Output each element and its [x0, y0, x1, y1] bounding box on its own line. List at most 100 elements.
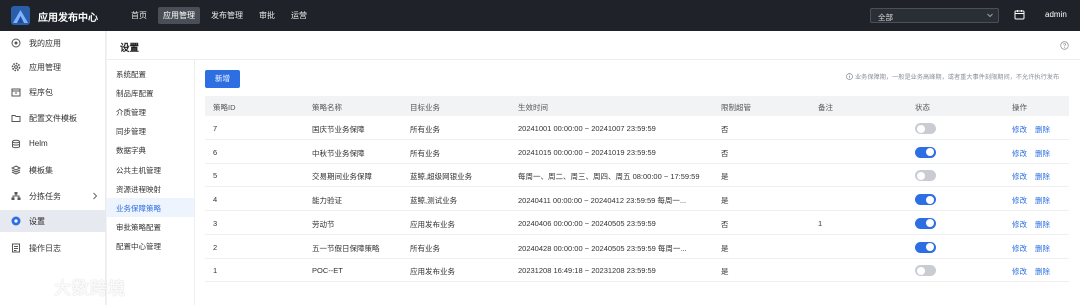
sidebar-item-label: 设置: [29, 217, 45, 226]
delete-link[interactable]: 删除: [1035, 195, 1050, 206]
edit-link[interactable]: 修改: [1012, 171, 1027, 182]
header-status: 状态: [915, 103, 930, 112]
sidebar-item-packages[interactable]: 程序包: [0, 81, 106, 103]
status-toggle[interactable]: [915, 123, 936, 134]
topnav-approval[interactable]: 审批: [254, 7, 280, 24]
delete-link[interactable]: 删除: [1035, 219, 1050, 230]
submenu-artifact-repo-config[interactable]: 制品库配置: [107, 83, 194, 102]
submenu-item-label: 同步管理: [116, 127, 146, 136]
edit-link[interactable]: 修改: [1012, 266, 1027, 277]
submenu-data-dictionary[interactable]: 数据字典: [107, 140, 194, 159]
delete-link[interactable]: 删除: [1035, 243, 1050, 254]
header-note: 备注: [818, 103, 833, 112]
table-row: 3 劳动节 应用发布业务 20240406 00:00:00 ~ 20240505 2…: [205, 211, 1069, 235]
submenu-item-label: 数据字典: [116, 146, 146, 155]
status-toggle[interactable]: [915, 194, 936, 206]
page-title: 设置: [120, 43, 140, 54]
cell-policy-name: 国庆节业务保障: [312, 125, 365, 134]
status-toggle[interactable]: [915, 170, 936, 182]
sidebar-item-label: 应用管理: [29, 63, 61, 72]
watermark: 大数跨境: [8, 270, 125, 300]
delete-link[interactable]: 删除: [1035, 148, 1050, 159]
header-target-business: 目标业务: [410, 103, 440, 112]
help-icon[interactable]: [1060, 41, 1069, 52]
sidebar-item-label: 操作日志: [29, 244, 61, 253]
cell-policy-id: 2: [213, 242, 218, 252]
sidebar: 我的应用 应用管理 程序包 配置文件模板 Helm 模板集 分拣任务 设置 操作…: [0, 31, 106, 305]
submenu-sync-management[interactable]: 同步管理: [107, 121, 194, 140]
status-toggle[interactable]: [915, 146, 936, 158]
status-toggle[interactable]: [915, 217, 936, 229]
divider: [107, 59, 1080, 60]
topnav-app-management[interactable]: 应用管理: [158, 7, 200, 24]
cell-policy-id: 4: [213, 195, 218, 205]
cell-limit-superadmin: 是: [721, 243, 729, 253]
edit-link[interactable]: 修改: [1012, 195, 1027, 206]
sidebar-item-app-management[interactable]: 应用管理: [0, 56, 106, 78]
delete-link[interactable]: 删除: [1035, 124, 1050, 135]
scope-select[interactable]: 全部: [870, 8, 999, 23]
top-nav: 首页 应用管理 发布管理 审批 运营: [126, 7, 318, 24]
edit-link[interactable]: 修改: [1012, 219, 1027, 230]
cell-target-business: 应用发布业务: [410, 219, 455, 229]
hint-text: 业务保障期，一般是业务高峰期，或者重大事件刻限期间，不允许执行发布: [855, 74, 1060, 81]
sidebar-item-operation-log[interactable]: 操作日志: [0, 237, 106, 259]
topnav-release-management[interactable]: 发布管理: [206, 7, 248, 24]
folder-icon: [11, 113, 21, 123]
submenu-media-management[interactable]: 介质管理: [107, 102, 194, 121]
sidebar-item-label: 模板集: [29, 166, 53, 175]
user-name[interactable]: admin: [1045, 10, 1067, 19]
log-icon: [11, 243, 21, 253]
header-limit-superadmin: 限制超管: [721, 103, 751, 112]
status-toggle[interactable]: [915, 241, 936, 253]
sidebar-item-template-sets[interactable]: 模板集: [0, 159, 106, 181]
app-title: 应用发布中心: [38, 13, 98, 24]
cell-target-business: 所有业务: [410, 125, 440, 134]
toggle-knob: [926, 195, 934, 204]
submenu-resource-process-mapping[interactable]: 资源进程映射: [107, 179, 194, 198]
sidebar-item-my-apps[interactable]: 我的应用: [0, 32, 106, 54]
header-policy-id: 策略ID: [213, 103, 236, 112]
sidebar-item-sorting-tasks[interactable]: 分拣任务: [0, 185, 106, 207]
policy-hint: 业务保障期，一般是业务高峰期，或者重大事件刻限期间，不允许执行发布: [846, 72, 1075, 82]
edit-link[interactable]: 修改: [1012, 124, 1027, 135]
app-logo-icon[interactable]: [11, 6, 30, 25]
new-policy-button[interactable]: 新增: [205, 70, 240, 88]
header-policy-name: 策略名称: [312, 103, 342, 112]
submenu-business-guarantee-policy[interactable]: 业务保障策略: [107, 198, 194, 217]
submenu-system-config[interactable]: 系统配置: [107, 64, 194, 83]
submenu-public-host-management[interactable]: 公共主机管理: [107, 160, 194, 179]
submenu-config-center-management[interactable]: 配置中心管理: [107, 236, 194, 255]
submenu-item-label: 业务保障策略: [116, 204, 161, 213]
table-row: 2 五一节假日保障策略 所有业务 20240428 00:00:00 ~ 202405…: [205, 235, 1069, 259]
delete-link[interactable]: 删除: [1035, 266, 1050, 277]
topnav-operations[interactable]: 运营: [286, 7, 312, 24]
topnav-home[interactable]: 首页: [126, 7, 152, 24]
table-row: 7 国庆节业务保障 所有业务 20241001 00:00:00 ~ 20241007…: [205, 116, 1069, 140]
sidebar-item-helm[interactable]: Helm: [0, 133, 106, 155]
layers-icon: [10, 165, 22, 175]
cell-policy-id: 7: [213, 124, 218, 133]
sidebar-item-settings[interactable]: 设置: [0, 210, 106, 232]
cell-effective-time: 每周一、周二、周三、周四、周五 08:00:00 ~ 17:59:59: [518, 172, 700, 182]
cell-limit-superadmin: 是: [721, 196, 729, 206]
header-effective-time: 生效时间: [518, 103, 548, 112]
calendar-icon[interactable]: [1014, 9, 1025, 22]
header-actions: 操作: [1012, 103, 1027, 112]
submenu-item-label: 系统配置: [116, 70, 146, 79]
edit-link[interactable]: 修改: [1012, 243, 1027, 254]
cell-target-business: 蓝鲸,测试业务: [410, 196, 458, 206]
sidebar-item-label: Helm: [29, 139, 48, 148]
submenu-approval-policy-config[interactable]: 审批策略配置: [107, 217, 194, 236]
table-row: 5 交易期间业务保障 蓝鲸,超级网银业务 每周一、周二、周三、周四、周五 08:00:…: [205, 163, 1069, 188]
chevron-down-icon: [986, 11, 994, 21]
submenu-item-label: 配置中心管理: [116, 242, 161, 251]
status-toggle[interactable]: [915, 265, 936, 277]
delete-link[interactable]: 删除: [1035, 171, 1050, 182]
sidebar-item-label: 程序包: [29, 88, 53, 97]
cell-policy-id: 6: [213, 147, 218, 157]
cell-target-business: 所有业务: [410, 243, 440, 253]
scope-select-value: 全部: [878, 13, 893, 22]
sidebar-item-config-templates[interactable]: 配置文件模板: [0, 107, 106, 129]
edit-link[interactable]: 修改: [1012, 148, 1027, 159]
